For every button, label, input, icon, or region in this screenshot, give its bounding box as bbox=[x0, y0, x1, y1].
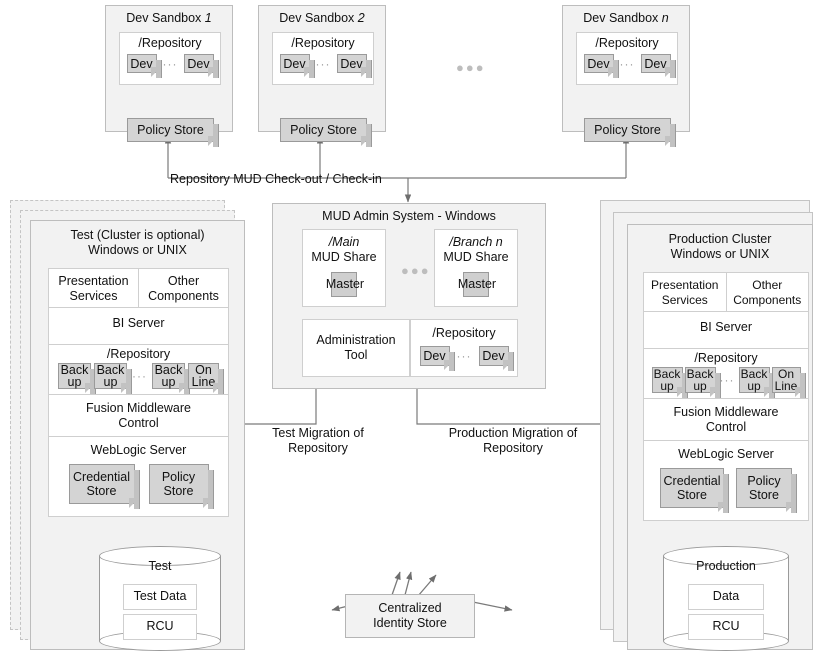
mud-share-ellipsis: ●●● bbox=[401, 263, 431, 278]
test-presentation-services[interactable]: Presentation Services bbox=[48, 268, 139, 308]
dev-artifact-right[interactable]: Dev bbox=[336, 54, 372, 78]
test-policy-store[interactable]: Policy Store bbox=[148, 464, 214, 509]
architecture-diagram: Dev Sandbox 1 /Repository Dev ··· Dev Po… bbox=[0, 0, 820, 663]
test-database[interactable]: Test Test Data RCU bbox=[99, 546, 221, 651]
dev-artifact-left[interactable]: Dev bbox=[279, 54, 315, 78]
administration-tool[interactable]: Administration Tool bbox=[302, 319, 410, 377]
mud-share-branch[interactable]: /Branch n MUD Share Master bbox=[434, 229, 518, 307]
administration-tool-line1: Administration bbox=[316, 333, 396, 347]
production-repository[interactable]: /Repository Back up Back up ··· Back up On L… bbox=[643, 349, 809, 399]
production-db-row-1[interactable]: RCU bbox=[688, 614, 764, 640]
mud-share-main-doc-label: Master bbox=[325, 277, 365, 291]
test-backup-n[interactable]: Back up bbox=[152, 363, 190, 394]
test-cluster-title-line1: Test (Cluster is optional) bbox=[70, 228, 205, 242]
dev-sandbox-n[interactable]: Dev Sandbox n /Repository Dev ··· Dev Po… bbox=[562, 5, 690, 147]
identity-store-line1: Centralized bbox=[378, 601, 442, 615]
dev-artifact-right[interactable]: Dev bbox=[183, 54, 219, 78]
production-online[interactable]: On Line bbox=[771, 367, 806, 398]
repository-label: /Repository bbox=[291, 36, 355, 50]
test-fusion-middleware-control[interactable]: Fusion Middleware Control bbox=[48, 395, 229, 437]
dev-sandbox-n-repository: /Repository Dev ··· Dev bbox=[576, 32, 678, 85]
test-other-components[interactable]: Other Components bbox=[139, 268, 229, 308]
centralized-identity-store[interactable]: Centralized Identity Store bbox=[345, 594, 475, 638]
production-weblogic-server[interactable]: WebLogic Server Credential Store Policy St… bbox=[643, 441, 809, 521]
mud-share-branch-subtitle: MUD Share bbox=[443, 250, 509, 264]
production-policy-store[interactable]: Policy Store bbox=[736, 468, 797, 513]
test-backup-2[interactable]: Back up bbox=[94, 363, 132, 394]
mud-share-branch-path: /Branch n bbox=[449, 235, 503, 249]
policy-store[interactable]: Policy Store bbox=[127, 118, 219, 147]
dev-ellipsis: ··· bbox=[456, 349, 472, 363]
mud-admin-system[interactable]: MUD Admin System - Windows /Main MUD Sha… bbox=[272, 203, 546, 389]
checkout-checkin-label: Repository MUD Check-out / Check-in bbox=[170, 172, 382, 186]
dev-sandbox-2-repository: /Repository Dev ··· Dev bbox=[272, 32, 374, 85]
production-bi-server[interactable]: BI Server bbox=[643, 312, 809, 349]
dev-artifact-left[interactable]: Dev bbox=[126, 54, 162, 78]
policy-store[interactable]: Policy Store bbox=[584, 118, 676, 147]
dev-sandbox-1[interactable]: Dev Sandbox 1 /Repository Dev ··· Dev Po… bbox=[105, 5, 233, 147]
production-fusion-middleware-control[interactable]: Fusion Middleware Control bbox=[643, 399, 809, 441]
test-online[interactable]: On Line bbox=[188, 363, 224, 394]
dev-artifact-left[interactable]: Dev bbox=[583, 54, 619, 78]
production-db-title: Production bbox=[696, 559, 756, 573]
production-db-row-0[interactable]: Data bbox=[688, 584, 764, 610]
production-database[interactable]: Production Data RCU bbox=[663, 546, 789, 651]
dev-artifact-right[interactable]: Dev bbox=[640, 54, 676, 78]
production-backup-n[interactable]: Back up bbox=[738, 367, 775, 398]
identity-store-line2: Identity Store bbox=[373, 616, 447, 630]
sandbox-ellipsis: ●●● bbox=[456, 60, 486, 75]
dev-ellipsis: ··· bbox=[315, 56, 331, 71]
mud-admin-title: MUD Admin System - Windows bbox=[322, 209, 496, 223]
dev-ellipsis: ··· bbox=[619, 56, 635, 71]
production-repo-ellipsis: ··· bbox=[719, 373, 735, 387]
test-db-row-1[interactable]: RCU bbox=[123, 614, 197, 640]
repository-label: /Repository bbox=[138, 36, 202, 50]
policy-store[interactable]: Policy Store bbox=[280, 118, 372, 147]
mud-share-main-path: /Main bbox=[328, 235, 360, 249]
test-repo-ellipsis: ··· bbox=[132, 369, 147, 383]
test-db-title: Test bbox=[148, 559, 172, 573]
test-db-row-0[interactable]: Test Data bbox=[123, 584, 197, 610]
dev-artifact-right[interactable]: Dev bbox=[478, 346, 514, 371]
repository-label: /Repository bbox=[432, 326, 496, 340]
production-services-row: Presentation Services Other Components bbox=[643, 272, 809, 312]
production-cluster-title-line2: Windows or UNIX bbox=[670, 247, 770, 261]
test-migration-label: Test Migration of Repository bbox=[272, 426, 364, 455]
dev-artifact-left[interactable]: Dev bbox=[419, 346, 455, 371]
production-credential-store[interactable]: Credential Store bbox=[660, 468, 729, 513]
mud-repository[interactable]: /Repository Dev ··· Dev bbox=[410, 319, 518, 377]
test-weblogic-server[interactable]: WebLogic Server Credential Store Policy St… bbox=[48, 437, 229, 517]
production-other-components[interactable]: Other Components bbox=[726, 272, 809, 312]
production-presentation-services[interactable]: Presentation Services bbox=[643, 272, 727, 312]
production-cluster-title-line1: Production Cluster bbox=[668, 232, 772, 246]
dev-sandbox-1-repository: /Repository Dev ··· Dev bbox=[119, 32, 221, 85]
test-bi-server[interactable]: BI Server bbox=[48, 308, 229, 345]
dev-ellipsis: ··· bbox=[162, 56, 178, 71]
administration-tool-line2: Tool bbox=[344, 348, 368, 362]
dev-sandbox-2-title: Dev Sandbox 2 bbox=[279, 11, 365, 25]
test-repository[interactable]: /Repository Back up Back up ··· Back up On L… bbox=[48, 345, 229, 395]
dev-sandbox-1-title: Dev Sandbox 1 bbox=[126, 11, 212, 25]
checkout-bus bbox=[164, 135, 630, 203]
dev-sandbox-n-title: Dev Sandbox n bbox=[583, 11, 669, 25]
test-services-row: Presentation Services Other Components bbox=[48, 268, 229, 308]
dev-sandbox-2[interactable]: Dev Sandbox 2 /Repository Dev ··· Dev Po… bbox=[258, 5, 386, 147]
test-cluster[interactable]: Test (Cluster is optional) Windows or UN… bbox=[30, 220, 245, 651]
test-cluster-title-line2: Windows or UNIX bbox=[88, 243, 187, 257]
production-backup-1[interactable]: Back up bbox=[651, 367, 688, 398]
mud-share-main[interactable]: /Main MUD Share Master bbox=[302, 229, 386, 307]
production-cluster[interactable]: Production Cluster Windows or UNIX Prese… bbox=[627, 224, 813, 651]
production-migration-label: Production Migration of Repository bbox=[448, 426, 578, 455]
repository-label: /Repository bbox=[595, 36, 659, 50]
production-backup-2[interactable]: Back up bbox=[684, 367, 721, 398]
test-credential-store[interactable]: Credential Store bbox=[68, 464, 140, 509]
mud-share-main-subtitle: MUD Share bbox=[311, 250, 377, 264]
test-backup-1[interactable]: Back up bbox=[58, 363, 96, 394]
mud-share-branch-doc-label: Master bbox=[457, 277, 497, 291]
